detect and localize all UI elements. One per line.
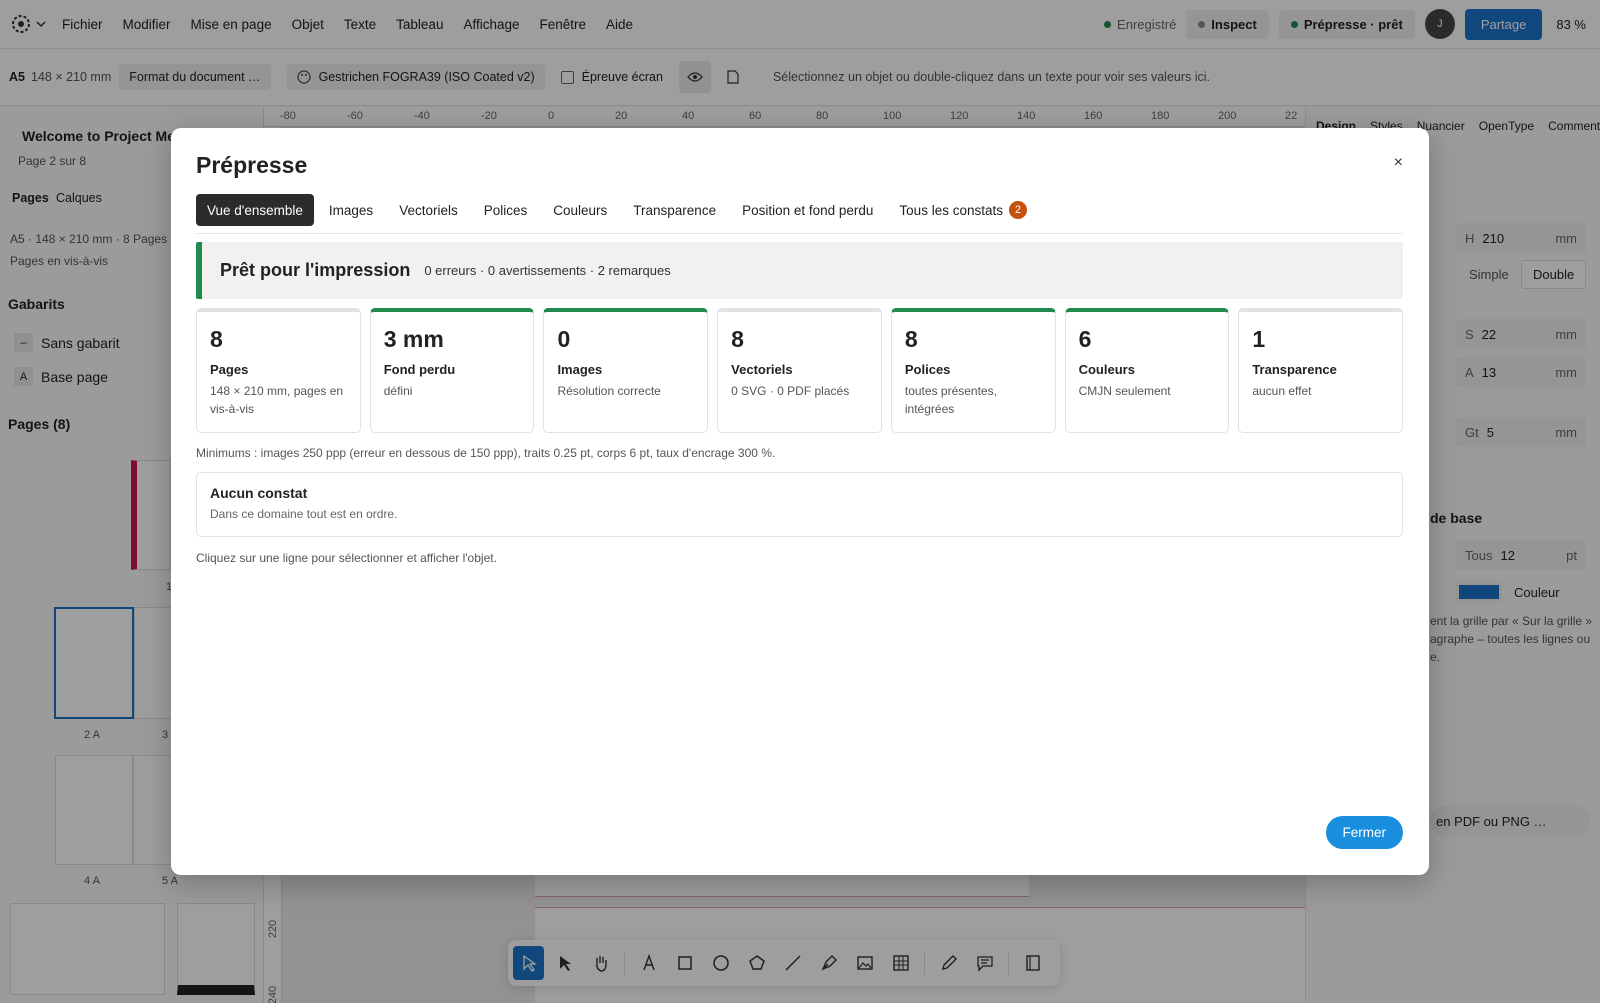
tab-all-findings[interactable]: Tous les constats 2	[888, 194, 1038, 226]
card-desc: aucun effet	[1252, 384, 1312, 398]
card-value: 8	[210, 326, 223, 352]
card-desc: Résolution correcte	[557, 384, 661, 398]
card-desc: 148 × 210 mm, pages en vis-à-vis	[210, 384, 344, 416]
card-desc: CMJN seulement	[1078, 384, 1171, 398]
status-title: Prêt pour l'impression	[220, 260, 411, 280]
tab-images[interactable]: Images	[318, 194, 384, 226]
card-desc: 0 SVG · 0 PDF placés	[731, 384, 850, 398]
dialog-tabs: Vue d'ensemble Images Vectoriels Polices…	[196, 194, 1403, 234]
no-findings-desc: Dans ce domaine tout est en ordre.	[210, 507, 398, 521]
card-label: Transparence	[1252, 362, 1337, 377]
summary-card[interactable]: 8 Polices toutes présentes, intégrées	[890, 308, 1056, 433]
summary-cards: 8 Pages 148 × 210 mm, pages en vis-à-vis 3 …	[196, 308, 1404, 433]
tab-fonts[interactable]: Polices	[473, 194, 539, 226]
card-value: 0	[557, 326, 571, 352]
card-label: Pages	[210, 362, 249, 377]
card-value: 6	[1078, 326, 1092, 352]
card-desc: défini	[383, 384, 413, 398]
prepress-dialog: Prépresse × Vue d'ensemble Images Vector…	[171, 128, 1429, 875]
summary-card[interactable]: 6 Couleurs CMJN seulement	[1064, 308, 1230, 433]
tab-all-findings-label: Tous les constats	[899, 202, 1003, 218]
dialog-title: Prépresse	[196, 152, 308, 178]
tab-transparency[interactable]: Transparence	[622, 194, 727, 226]
app-window: Fichier Modifier Mise en page Objet Text…	[0, 0, 1600, 1003]
minimums-note: Minimums : images 250 ppp (erreur en des…	[196, 446, 776, 460]
card-label: Vectoriels	[731, 362, 793, 377]
tab-vectors[interactable]: Vectoriels	[388, 194, 469, 226]
summary-card[interactable]: 8 Pages 148 × 210 mm, pages en vis-à-vis	[196, 308, 361, 433]
card-label: Fond perdu	[383, 362, 456, 377]
tab-overview[interactable]: Vue d'ensemble	[196, 194, 314, 226]
close-button[interactable]: Fermer	[1325, 816, 1403, 849]
card-value: 8	[731, 326, 744, 352]
tab-position-bleed[interactable]: Position et fond perdu	[731, 194, 884, 226]
status-summary: 0 erreurs · 0 avertissements · 2 remarqu…	[424, 263, 671, 278]
close-icon[interactable]: ×	[1394, 154, 1403, 172]
dialog-hint: Cliquez sur une ligne pour sélectionner …	[196, 551, 497, 565]
card-desc: toutes présentes, intégrées	[904, 384, 997, 416]
card-value: 3 mm	[383, 326, 444, 352]
summary-card[interactable]: 0 Images Résolution correcte	[543, 308, 709, 433]
summary-card[interactable]: 3 mm Fond perdu défini	[369, 308, 535, 433]
status-banner: Prêt pour l'impression 0 erreurs · 0 ave…	[196, 242, 1403, 299]
card-label: Polices	[904, 362, 951, 377]
card-value: 8	[904, 326, 918, 352]
no-findings-box: Aucun constat Dans ce domaine tout est e…	[196, 472, 1403, 537]
card-label: Images	[557, 362, 603, 377]
card-label: Couleurs	[1078, 362, 1135, 377]
summary-card[interactable]: 8 Vectoriels 0 SVG · 0 PDF placés	[717, 308, 882, 433]
summary-card[interactable]: 1 Transparence aucun effet	[1238, 308, 1404, 433]
tab-colors[interactable]: Couleurs	[542, 194, 618, 226]
card-value: 1	[1252, 326, 1266, 352]
no-findings-title: Aucun constat	[210, 485, 308, 501]
findings-count-badge: 2	[1008, 201, 1027, 219]
